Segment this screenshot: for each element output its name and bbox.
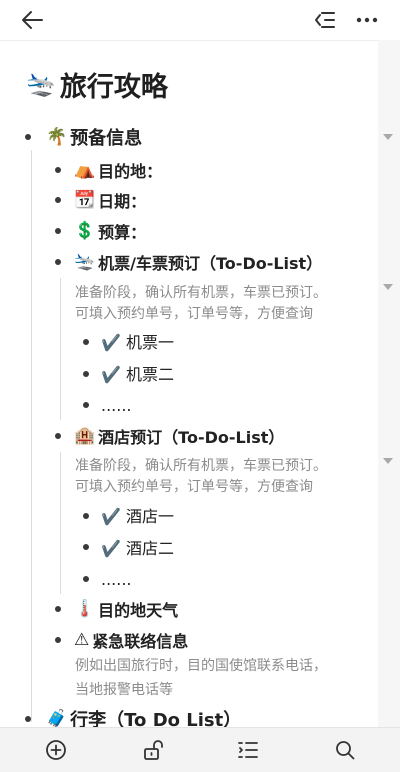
- bullet[interactable]: [83, 576, 89, 582]
- bullet[interactable]: [55, 637, 61, 643]
- outline-item-hotel-2[interactable]: ✔️ 酒店二: [101, 534, 174, 560]
- outline-item-ticket-2[interactable]: ✔️ 机票二: [101, 360, 174, 386]
- hotel-icon: 🏨: [74, 426, 96, 446]
- outline-item-label: ......: [101, 395, 132, 415]
- note-line: 可填入预约单号，订单号等，方便查询: [75, 306, 313, 322]
- bullet[interactable]: [83, 513, 89, 519]
- bullet[interactable]: [83, 544, 89, 550]
- outline-button[interactable]: [310, 0, 340, 40]
- format-button[interactable]: [230, 728, 266, 772]
- outline-item-label: 目的地天气: [98, 601, 179, 620]
- outline-item-hotel[interactable]: 🏨 酒店预订（To-Do-List）: [74, 423, 284, 449]
- indent-guide-level1: [31, 150, 32, 722]
- warning-icon: ⚠: [74, 630, 90, 650]
- indent-guide-tickets: [60, 278, 61, 420]
- palm-tree-icon: 🌴: [46, 127, 68, 147]
- outline-item-hotel-1[interactable]: ✔️ 酒店一: [101, 502, 174, 528]
- bullet[interactable]: [83, 339, 89, 345]
- note-line: 可填入预约单号，订单号等，方便查询: [75, 479, 313, 495]
- more-button[interactable]: [352, 0, 382, 40]
- collapse-strip: [378, 40, 400, 730]
- add-circle-icon: [46, 740, 66, 760]
- outline-item-tickets[interactable]: 🛬 机票/车票预订（To-Do-List）: [74, 249, 322, 275]
- bullet[interactable]: [55, 606, 61, 612]
- more-dots-icon: [356, 17, 378, 23]
- bullet[interactable]: [83, 402, 89, 408]
- note-line: 例如出国旅行时，目的国使馆联系电话，: [75, 658, 327, 674]
- collapse-toggle-hotel[interactable]: [383, 458, 393, 464]
- top-bar: [0, 0, 400, 41]
- outline-item-label: 目的地：: [98, 162, 163, 181]
- outline-item-label: 酒店预订（To-Do-List）: [98, 428, 285, 447]
- bullet[interactable]: [25, 134, 31, 140]
- collapse-toggle-tickets[interactable]: [383, 284, 393, 290]
- outline-item-label: ......: [101, 569, 132, 589]
- search-icon: [336, 741, 355, 760]
- outline-item-label: 预备信息: [70, 128, 143, 149]
- thermometer-icon: 🌡️: [74, 599, 96, 619]
- outline-item-date[interactable]: 📆 日期：: [74, 187, 146, 213]
- outline-item-label: 预算：: [98, 223, 147, 242]
- note-line: 当地报警电话等: [75, 682, 173, 698]
- tent-icon: ⛺: [74, 160, 96, 180]
- arrow-left-icon: [22, 11, 43, 29]
- lock-button[interactable]: [135, 728, 171, 772]
- list-format-icon: [238, 742, 258, 758]
- page-title-text: 旅行攻略: [59, 71, 168, 103]
- back-button[interactable]: [14, 0, 50, 40]
- outline-item-ticket-1[interactable]: ✔️ 机票一: [101, 328, 174, 354]
- collapse-toggle-preparation[interactable]: [383, 134, 393, 140]
- outline-item-label: ✔️ 酒店一: [101, 507, 175, 526]
- bullet[interactable]: [55, 228, 61, 234]
- search-button[interactable]: [327, 728, 363, 772]
- outline-item-label: 日期：: [98, 192, 147, 211]
- bullet[interactable]: [55, 197, 61, 203]
- outline-item-preparation[interactable]: 🌴 预备信息: [46, 124, 142, 150]
- indent-guide-hotel: [60, 452, 61, 594]
- outline-item-ticket-more[interactable]: ......: [101, 392, 132, 418]
- add-button[interactable]: [38, 728, 74, 772]
- outline-item-emergency[interactable]: ⚠ 紧急联络信息: [74, 627, 188, 653]
- outline-item-label: ✔️ 机票一: [101, 333, 175, 352]
- luggage-icon: 🧳: [46, 709, 68, 729]
- airplane-arrival-icon: 🛬: [74, 252, 96, 272]
- outline-item-hotel-more[interactable]: ......: [101, 566, 132, 592]
- outline-list-icon: [315, 12, 335, 28]
- outline-item-label: ✔️ 酒店二: [101, 539, 175, 558]
- outline-item-weather[interactable]: 🌡️ 目的地天气: [74, 596, 178, 622]
- dollar-icon: 💲: [74, 221, 96, 241]
- calendar-icon: 📆: [74, 190, 96, 210]
- outline-item-budget[interactable]: 💲 预算：: [74, 218, 146, 244]
- outline-item-label: ✔️ 机票二: [101, 365, 175, 384]
- bullet[interactable]: [25, 716, 31, 722]
- outline-item-label: 紧急联络信息: [92, 632, 189, 651]
- page-title: 🛬 旅行攻略: [26, 64, 168, 104]
- bullet[interactable]: [55, 259, 61, 265]
- airplane-arrival-icon: 🛬: [26, 70, 56, 98]
- bullet[interactable]: [55, 167, 61, 173]
- bullet[interactable]: [83, 371, 89, 377]
- bullet[interactable]: [55, 433, 61, 439]
- unlock-icon: [144, 740, 163, 760]
- bottom-toolbar: [0, 727, 400, 772]
- outline-item-label: 机票/车票预订（To-Do-List）: [98, 254, 323, 273]
- outline-item-destination[interactable]: ⛺ 目的地：: [74, 157, 162, 183]
